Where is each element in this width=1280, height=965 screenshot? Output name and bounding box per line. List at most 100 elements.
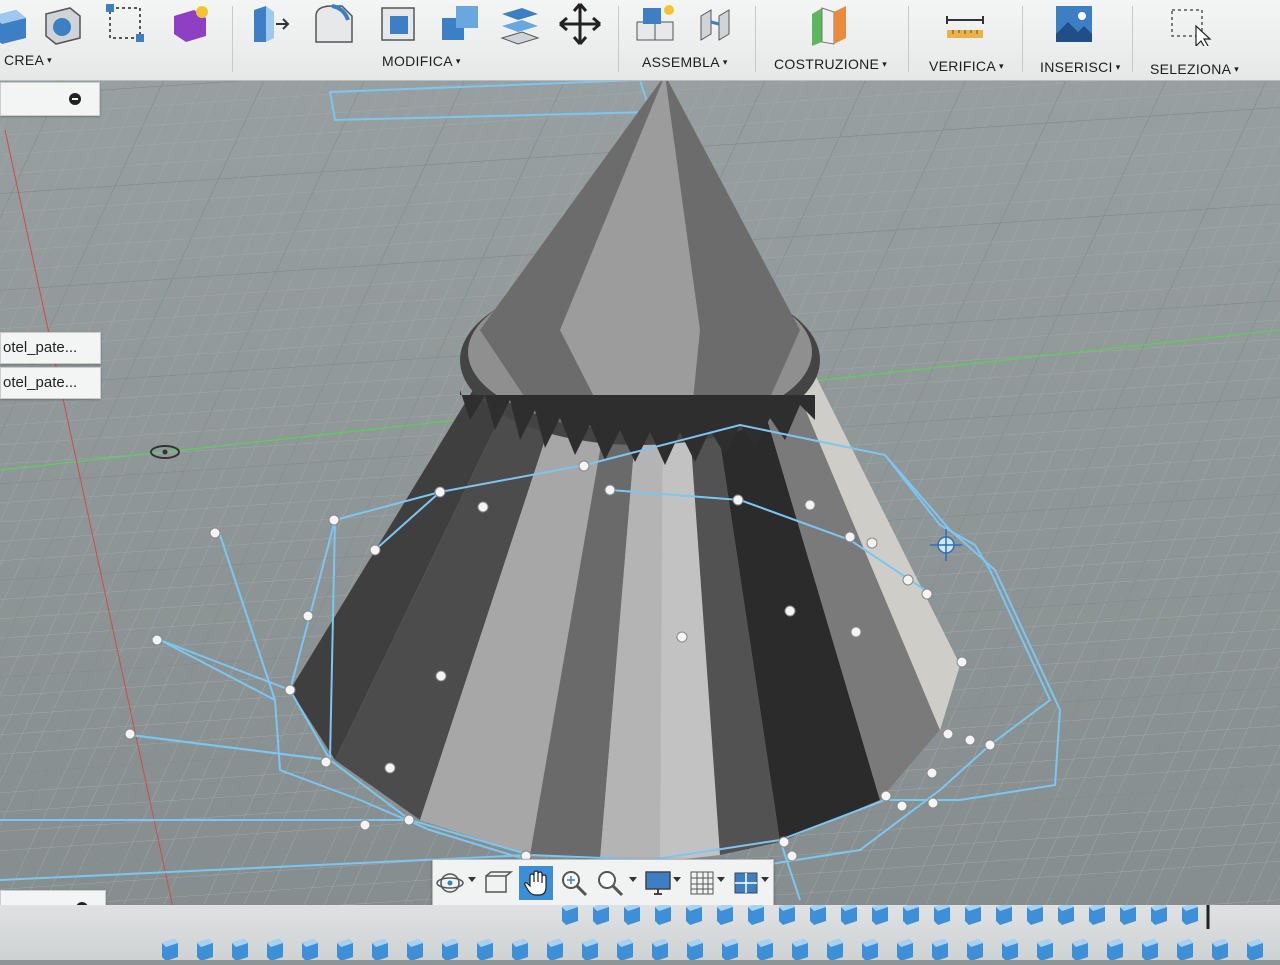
- timeline-feature-icon[interactable]: [407, 939, 423, 961]
- timeline-feature-icon[interactable]: [934, 903, 950, 925]
- fit-icon[interactable]: [593, 866, 627, 900]
- timeline-feature-icon[interactable]: [687, 939, 703, 961]
- pan-icon-button[interactable]: [519, 866, 553, 900]
- timeline-feature-icon[interactable]: [302, 939, 318, 961]
- timeline-feature-icon[interactable]: [337, 939, 353, 961]
- toolbar-group-costruzione[interactable]: COSTRUZIONE ▾: [760, 0, 905, 80]
- toolbar-group-assembla[interactable]: ASSEMBLA ▾: [625, 0, 750, 80]
- timeline-feature-icon[interactable]: [547, 939, 563, 961]
- timeline-feature-icon[interactable]: [655, 903, 671, 925]
- toolbar-group-seleziona[interactable]: SELEZIONA ▾: [1138, 0, 1280, 80]
- timeline-feature-icon[interactable]: [372, 939, 388, 961]
- assembla-menu-label[interactable]: ASSEMBLA ▾: [642, 54, 728, 70]
- browser-panel-header[interactable]: [0, 82, 100, 116]
- timeline-feature-icon[interactable]: [512, 939, 528, 961]
- timeline-feature-icon[interactable]: [757, 939, 773, 961]
- timeline-feature-icon[interactable]: [1182, 903, 1198, 925]
- timeline-feature-icon[interactable]: [1247, 939, 1263, 961]
- timeline-feature-icon[interactable]: [686, 903, 702, 925]
- timeline-feature-icon[interactable]: [965, 903, 981, 925]
- timeline-feature-icon[interactable]: [717, 903, 733, 925]
- timeline-feature-icon[interactable]: [722, 939, 738, 961]
- timeline-feature-icon[interactable]: [932, 939, 948, 961]
- timeline-feature-icon[interactable]: [1212, 939, 1228, 961]
- look-at-icon[interactable]: [479, 866, 513, 900]
- timeline-feature-icon[interactable]: [792, 939, 808, 961]
- timeline-feature-icon[interactable]: [582, 939, 598, 961]
- grid-dropdown-icon[interactable]: [717, 877, 725, 882]
- measure-icon[interactable]: [943, 2, 987, 46]
- timeline-feature-icon[interactable]: [232, 939, 248, 961]
- timeline-feature-icon[interactable]: [841, 903, 857, 925]
- timeline-feature-icon[interactable]: [903, 903, 919, 925]
- timeline-feature-icon[interactable]: [1120, 903, 1136, 925]
- timeline-feature-icon[interactable]: [996, 903, 1012, 925]
- orbit-dropdown-icon[interactable]: [468, 877, 476, 882]
- shell-icon[interactable]: [376, 2, 420, 46]
- timeline-feature-icon[interactable]: [1027, 903, 1043, 925]
- crea-menu-label[interactable]: CREA ▾: [4, 52, 52, 68]
- form-icon[interactable]: [168, 2, 212, 46]
- grid-settings-icon[interactable]: [685, 866, 719, 900]
- timeline-feature-icon[interactable]: [872, 903, 888, 925]
- canvas-svg[interactable]: [0, 0, 1280, 960]
- timeline-feature-icon[interactable]: [617, 939, 633, 961]
- timeline-feature-icon[interactable]: [652, 939, 668, 961]
- joint-icon[interactable]: [695, 2, 739, 46]
- timeline-feature-icon[interactable]: [1002, 939, 1018, 961]
- combine-icon[interactable]: [438, 2, 482, 46]
- new-component-icon[interactable]: [633, 2, 677, 46]
- timeline-feature-icon[interactable]: [1107, 939, 1123, 961]
- move-icon[interactable]: [558, 2, 602, 46]
- offset-face-icon[interactable]: [498, 2, 542, 46]
- timeline-bar[interactable]: [0, 889, 1280, 961]
- toolbar-group-verifica[interactable]: VERIFICA ▾: [915, 0, 1020, 80]
- timeline-feature-icon[interactable]: [1037, 939, 1053, 961]
- timeline-feature-icon[interactable]: [1142, 939, 1158, 961]
- timeline-feature-icon[interactable]: [748, 903, 764, 925]
- timeline-feature-icon[interactable]: [162, 939, 178, 961]
- timeline-feature-icon[interactable]: [967, 939, 983, 961]
- orbit-icon[interactable]: [433, 866, 467, 900]
- timeline-feature-icon[interactable]: [779, 903, 795, 925]
- fillet-icon[interactable]: [312, 2, 356, 46]
- viewports-icon[interactable]: [729, 866, 763, 900]
- construction-plane-icon[interactable]: [808, 2, 852, 46]
- zoom-icon[interactable]: [557, 866, 591, 900]
- timeline-feature-icon[interactable]: [562, 903, 578, 925]
- timeline-feature-icon[interactable]: [442, 939, 458, 961]
- timeline-feature-icon[interactable]: [1058, 903, 1074, 925]
- modifica-menu-label[interactable]: MODIFICA ▾: [382, 53, 461, 69]
- timeline-feature-icon[interactable]: [477, 939, 493, 961]
- display-settings-icon[interactable]: [641, 866, 675, 900]
- viewports-dropdown-icon[interactable]: [761, 877, 769, 882]
- press-pull-icon[interactable]: [248, 2, 292, 46]
- inserisci-menu-label[interactable]: INSERISCI ▾: [1040, 59, 1121, 75]
- timeline-feature-icon[interactable]: [1151, 903, 1167, 925]
- timeline-feature-icon[interactable]: [897, 939, 913, 961]
- toolbar-group-inserisci[interactable]: INSERISCI ▾: [1028, 0, 1128, 80]
- timeline-feature-icon[interactable]: [593, 903, 609, 925]
- timeline-feature-icon[interactable]: [827, 939, 843, 961]
- timeline-feature-icon[interactable]: [1089, 903, 1105, 925]
- timeline-feature-icon[interactable]: [624, 903, 640, 925]
- browser-item[interactable]: otel_pate...: [0, 367, 101, 399]
- 3d-viewport[interactable]: [0, 0, 1280, 960]
- timeline-feature-icon[interactable]: [267, 939, 283, 961]
- toolbar-group-crea[interactable]: CREA ▾: [0, 0, 230, 80]
- box-icon[interactable]: [40, 2, 84, 46]
- select-window-icon[interactable]: [1168, 2, 1212, 46]
- verifica-menu-label[interactable]: VERIFICA ▾: [929, 58, 1004, 74]
- timeline-feature-icon[interactable]: [862, 939, 878, 961]
- seleziona-menu-label[interactable]: SELEZIONA ▾: [1150, 61, 1239, 77]
- extrude-icon[interactable]: [0, 2, 30, 46]
- insert-image-icon[interactable]: [1052, 2, 1096, 46]
- timeline-features[interactable]: [0, 889, 1280, 961]
- timeline-feature-icon[interactable]: [197, 939, 213, 961]
- display-dropdown-icon[interactable]: [673, 877, 681, 882]
- zoom-dropdown-icon[interactable]: [629, 877, 637, 882]
- costruzione-menu-label[interactable]: COSTRUZIONE ▾: [774, 56, 887, 72]
- sketch-rectangle-icon[interactable]: [104, 2, 148, 46]
- collapse-icon[interactable]: [69, 93, 81, 105]
- timeline-feature-icon[interactable]: [810, 903, 826, 925]
